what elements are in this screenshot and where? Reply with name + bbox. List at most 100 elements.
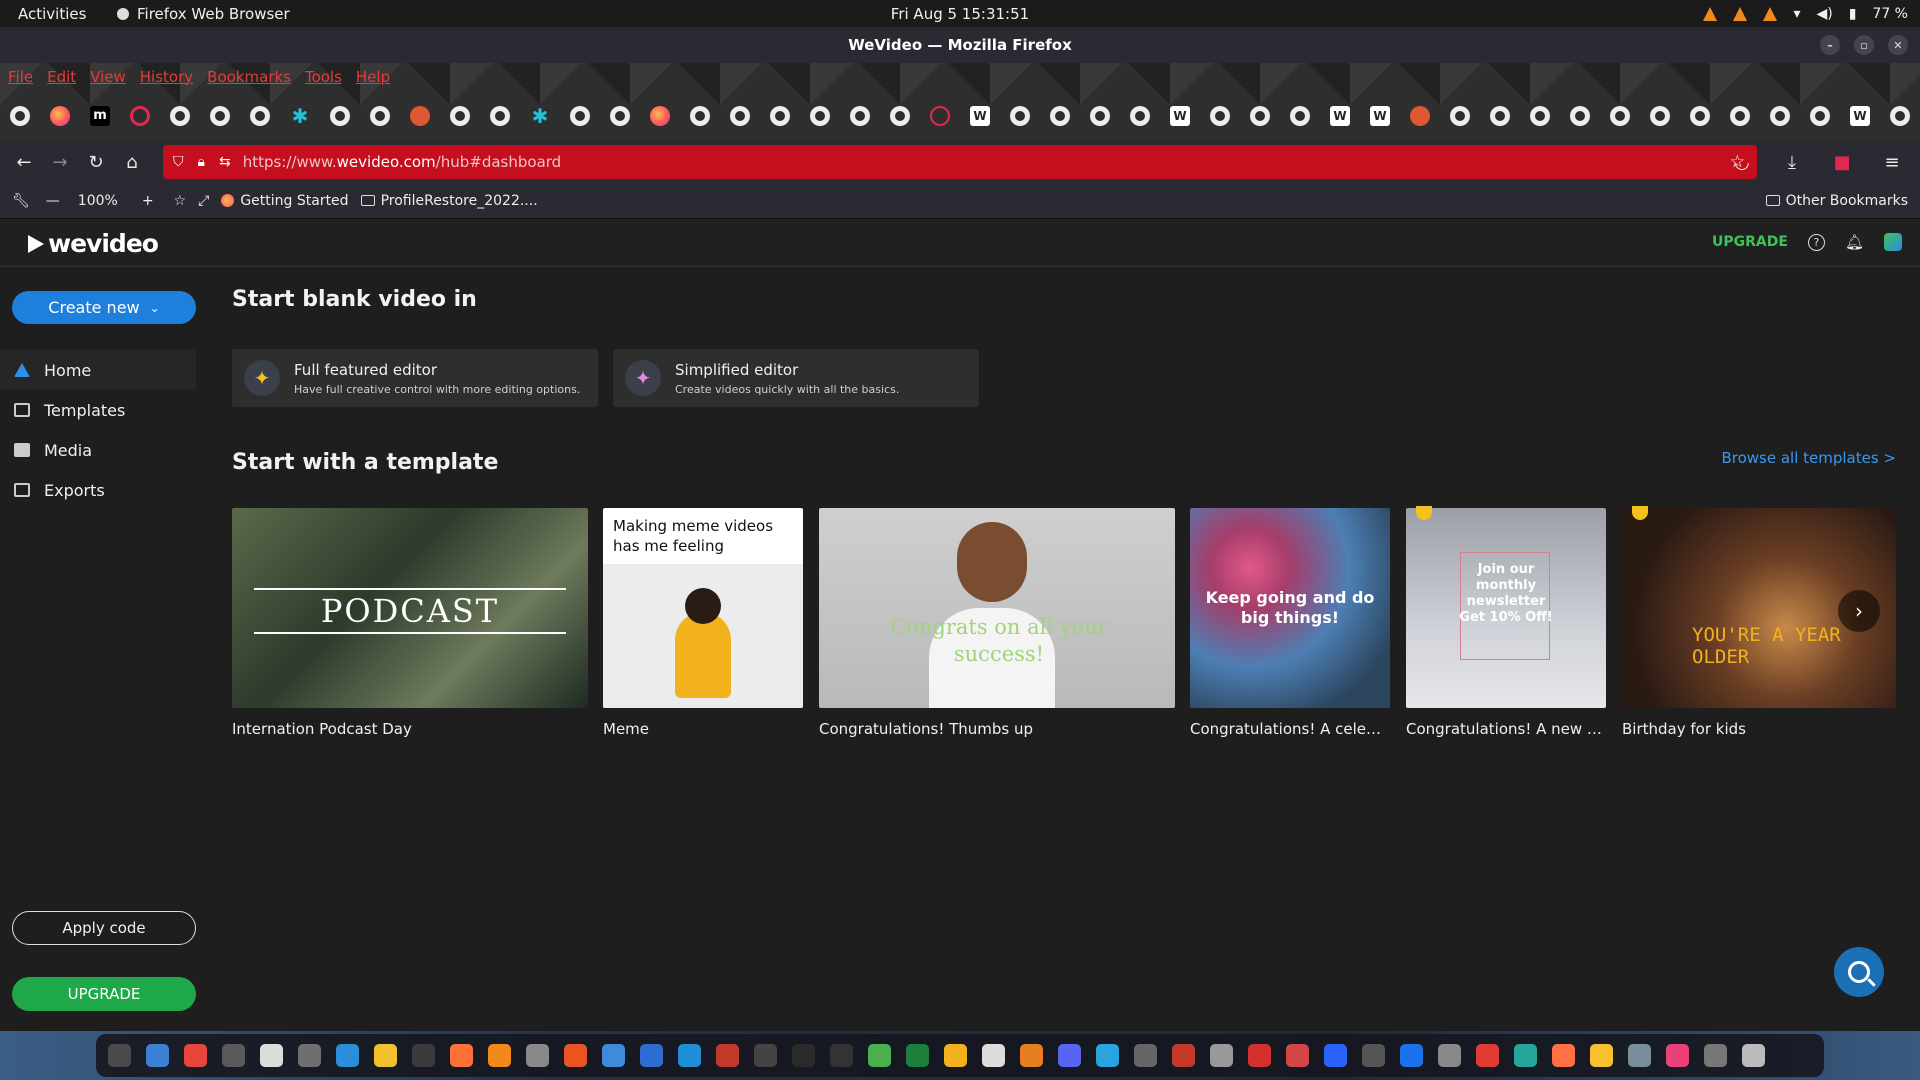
- dock-app-icon[interactable]: [108, 1044, 131, 1067]
- dock-app-icon[interactable]: [1400, 1044, 1423, 1067]
- vlc-icon[interactable]: [1703, 6, 1718, 21]
- dock-app-icon[interactable]: [716, 1044, 739, 1067]
- dock-app-icon[interactable]: [792, 1044, 815, 1067]
- zoom-in-button[interactable]: +: [142, 193, 154, 209]
- dock-app-icon[interactable]: [1362, 1044, 1385, 1067]
- forward-icon[interactable]: →: [42, 144, 78, 180]
- dock-app-icon[interactable]: [1438, 1044, 1461, 1067]
- menu-view[interactable]: View: [90, 68, 126, 86]
- bookmark-getting-started[interactable]: Getting Started: [221, 193, 349, 209]
- dock-app-icon[interactable]: [298, 1044, 321, 1067]
- carousel-next-button[interactable]: ›: [1838, 590, 1880, 632]
- dock-app-icon[interactable]: [1020, 1044, 1043, 1067]
- dock-app-icon[interactable]: [754, 1044, 777, 1067]
- hamburger-menu-icon[interactable]: ≡: [1874, 144, 1910, 180]
- wrench-icon[interactable]: 🔧︎: [12, 193, 30, 209]
- pinned-tab-github-icon[interactable]: [1810, 106, 1830, 126]
- pinned-tab-github-icon[interactable]: [610, 106, 630, 126]
- create-new-button[interactable]: Create new ⌄: [12, 291, 196, 324]
- bookmark-profile-restore[interactable]: ProfileRestore_2022....: [360, 193, 538, 209]
- sidebar-item-exports[interactable]: Exports: [0, 470, 196, 510]
- template-card[interactable]: Keep going and do big things! Congratula…: [1190, 508, 1390, 738]
- pinned-tab-github-icon[interactable]: [1650, 106, 1670, 126]
- dock-app-icon[interactable]: [1628, 1044, 1651, 1067]
- dock-app-icon[interactable]: [1514, 1044, 1537, 1067]
- bookmark-page-icon[interactable]: ☆: [174, 193, 187, 209]
- dock-app-icon[interactable]: [488, 1044, 511, 1067]
- shield-icon[interactable]: ⛉: [173, 154, 184, 170]
- dock-app-icon[interactable]: [184, 1044, 207, 1067]
- dock-app-icon[interactable]: [1590, 1044, 1613, 1067]
- dock-app-icon[interactable]: [1134, 1044, 1157, 1067]
- simplified-editor-card[interactable]: ✦ Simplified editor Create videos quickl…: [613, 349, 979, 407]
- help-icon[interactable]: ?: [1807, 233, 1825, 251]
- pinned-tab-github-icon[interactable]: [570, 106, 590, 126]
- upgrade-button[interactable]: UPGRADE: [12, 977, 196, 1011]
- dock-app-icon[interactable]: [1210, 1044, 1233, 1067]
- dock-app-icon[interactable]: [944, 1044, 967, 1067]
- pinned-tab-github-icon[interactable]: [370, 106, 390, 126]
- template-card[interactable]: Congrats on all your success! Congratula…: [819, 508, 1175, 738]
- dock-app-icon[interactable]: [1058, 1044, 1081, 1067]
- dock-app-icon[interactable]: [1742, 1044, 1765, 1067]
- sidebar-item-templates[interactable]: Templates: [0, 390, 196, 430]
- pinned-tab-github-icon[interactable]: [890, 106, 910, 126]
- menu-help[interactable]: Help: [356, 68, 390, 86]
- wevideo-logo[interactable]: wevideo: [28, 229, 159, 258]
- dock-app-icon[interactable]: [450, 1044, 473, 1067]
- pinned-tab-wikipedia-icon[interactable]: W: [1170, 106, 1190, 126]
- pinned-tab-github-icon[interactable]: [1690, 106, 1710, 126]
- pinned-tab-github-icon[interactable]: [210, 106, 230, 126]
- zoom-level[interactable]: 100%: [78, 193, 118, 209]
- dock-app-icon[interactable]: [1666, 1044, 1689, 1067]
- downloads-icon[interactable]: ⤓: [1774, 144, 1810, 180]
- dock-app-icon[interactable]: [1704, 1044, 1727, 1067]
- menu-history[interactable]: History: [140, 68, 193, 86]
- pinned-tab-github-icon[interactable]: [1290, 106, 1310, 126]
- dock-app-icon[interactable]: [678, 1044, 701, 1067]
- volume-icon[interactable]: ◀): [1816, 6, 1832, 22]
- pinned-tab-puzzle-icon[interactable]: ✱: [530, 106, 550, 126]
- pinned-tab-github-icon[interactable]: [1010, 106, 1030, 126]
- dock-app-icon[interactable]: [906, 1044, 929, 1067]
- url-text[interactable]: https://www.wevideo.com/hub#dashboard: [243, 153, 562, 171]
- reload-icon[interactable]: ↻: [78, 144, 114, 180]
- home-icon[interactable]: ⌂: [114, 144, 150, 180]
- pinned-tab-github-icon[interactable]: [1610, 106, 1630, 126]
- pinned-tab-github-icon[interactable]: [1210, 106, 1230, 126]
- lock-icon[interactable]: 🔒︎: [198, 154, 205, 170]
- pinned-tab-github-icon[interactable]: [170, 106, 190, 126]
- pinned-tab-settings-icon[interactable]: [130, 106, 150, 126]
- dock-app-icon[interactable]: [1248, 1044, 1271, 1067]
- pinned-tab-github-icon[interactable]: [1050, 106, 1070, 126]
- pinned-tab-github-icon[interactable]: [1490, 106, 1510, 126]
- vlc-icon[interactable]: [1763, 6, 1778, 21]
- pinned-tab-wikipedia-icon[interactable]: W: [970, 106, 990, 126]
- pinned-tab-globe-icon[interactable]: [930, 106, 950, 126]
- pinned-tab-duckduckgo-icon[interactable]: [410, 106, 430, 126]
- dock-app-icon[interactable]: [1552, 1044, 1575, 1067]
- sidebar-item-home[interactable]: Home: [0, 350, 196, 390]
- pinned-tab-wikipedia-icon[interactable]: W: [1330, 106, 1350, 126]
- dock-app-icon[interactable]: [1324, 1044, 1347, 1067]
- avatar[interactable]: [1884, 233, 1902, 251]
- pinned-tab-firefox-icon[interactable]: [650, 106, 670, 126]
- url-bar[interactable]: ⛉ 🔒︎ ⇆ https://www.wevideo.com/hub#dashb…: [163, 145, 1757, 179]
- fullscreen-icon[interactable]: ⤢: [198, 193, 209, 209]
- pinned-tab-github-icon[interactable]: [1730, 106, 1750, 126]
- dock-app-icon[interactable]: [260, 1044, 283, 1067]
- wifi-icon[interactable]: ▾: [1793, 6, 1800, 22]
- dock-app-icon[interactable]: [222, 1044, 245, 1067]
- restore-icon[interactable]: ▫: [1854, 35, 1874, 55]
- app-menu[interactable]: Firefox Web Browser: [117, 5, 290, 23]
- permissions-icon[interactable]: ⇆: [219, 154, 231, 170]
- template-card[interactable]: Making meme videos has me feeling Meme: [603, 508, 803, 738]
- extension-icon[interactable]: ■: [1824, 144, 1860, 180]
- other-bookmarks[interactable]: Other Bookmarks: [1765, 193, 1908, 209]
- dock-app-icon[interactable]: [1172, 1044, 1195, 1067]
- pinned-tab-wikipedia-icon[interactable]: W: [1370, 106, 1390, 126]
- dock-app-icon[interactable]: [982, 1044, 1005, 1067]
- back-icon[interactable]: ←: [6, 144, 42, 180]
- dock-app-icon[interactable]: [830, 1044, 853, 1067]
- pinned-tab-github-icon[interactable]: [250, 106, 270, 126]
